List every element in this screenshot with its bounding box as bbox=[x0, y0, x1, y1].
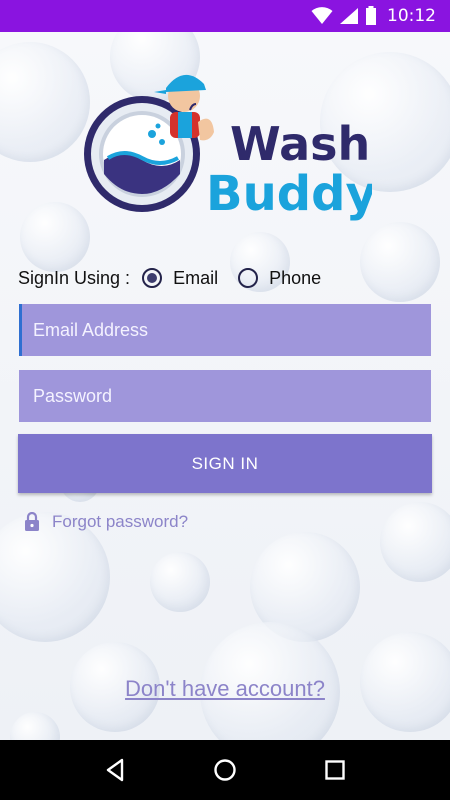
wifi-icon bbox=[311, 7, 333, 24]
signin-method-label: SignIn Using : bbox=[18, 267, 131, 288]
back-button[interactable] bbox=[95, 750, 135, 790]
lock-icon bbox=[25, 512, 39, 531]
signin-method-row: SignIn Using : Email Phone bbox=[18, 262, 341, 294]
sign-in-button[interactable]: SIGN IN bbox=[18, 434, 432, 493]
status-bar: 10:12 bbox=[0, 0, 450, 32]
email-radio[interactable]: Email bbox=[142, 268, 218, 289]
email-radio-label[interactable]: Email bbox=[173, 268, 218, 289]
phone-radio[interactable]: Phone bbox=[238, 268, 321, 289]
phone-radio-label[interactable]: Phone bbox=[269, 268, 321, 289]
forgot-password-link[interactable]: Forgot password? bbox=[24, 512, 188, 532]
navigation-bar bbox=[0, 740, 450, 800]
recents-icon bbox=[325, 760, 345, 780]
password-field[interactable] bbox=[19, 370, 431, 422]
logo-line1: Wash bbox=[230, 117, 370, 171]
home-button[interactable] bbox=[205, 750, 245, 790]
signal-icon bbox=[340, 8, 358, 24]
back-icon bbox=[106, 758, 124, 782]
status-icons: 10:12 bbox=[311, 0, 436, 32]
home-icon bbox=[214, 759, 236, 781]
email-radio-circle[interactable] bbox=[142, 268, 163, 288]
email-field[interactable] bbox=[19, 304, 431, 356]
recents-button[interactable] bbox=[315, 750, 355, 790]
wash-buddy-logo: Wash Buddy bbox=[84, 74, 372, 222]
phone-radio-circle[interactable] bbox=[238, 268, 259, 288]
logo-line2: Buddy bbox=[206, 166, 372, 222]
battery-icon bbox=[366, 6, 376, 25]
signup-link[interactable]: Don't have account? bbox=[0, 676, 450, 702]
forgot-password-label[interactable]: Forgot password? bbox=[52, 512, 188, 532]
status-time: 10:12 bbox=[387, 6, 436, 26]
